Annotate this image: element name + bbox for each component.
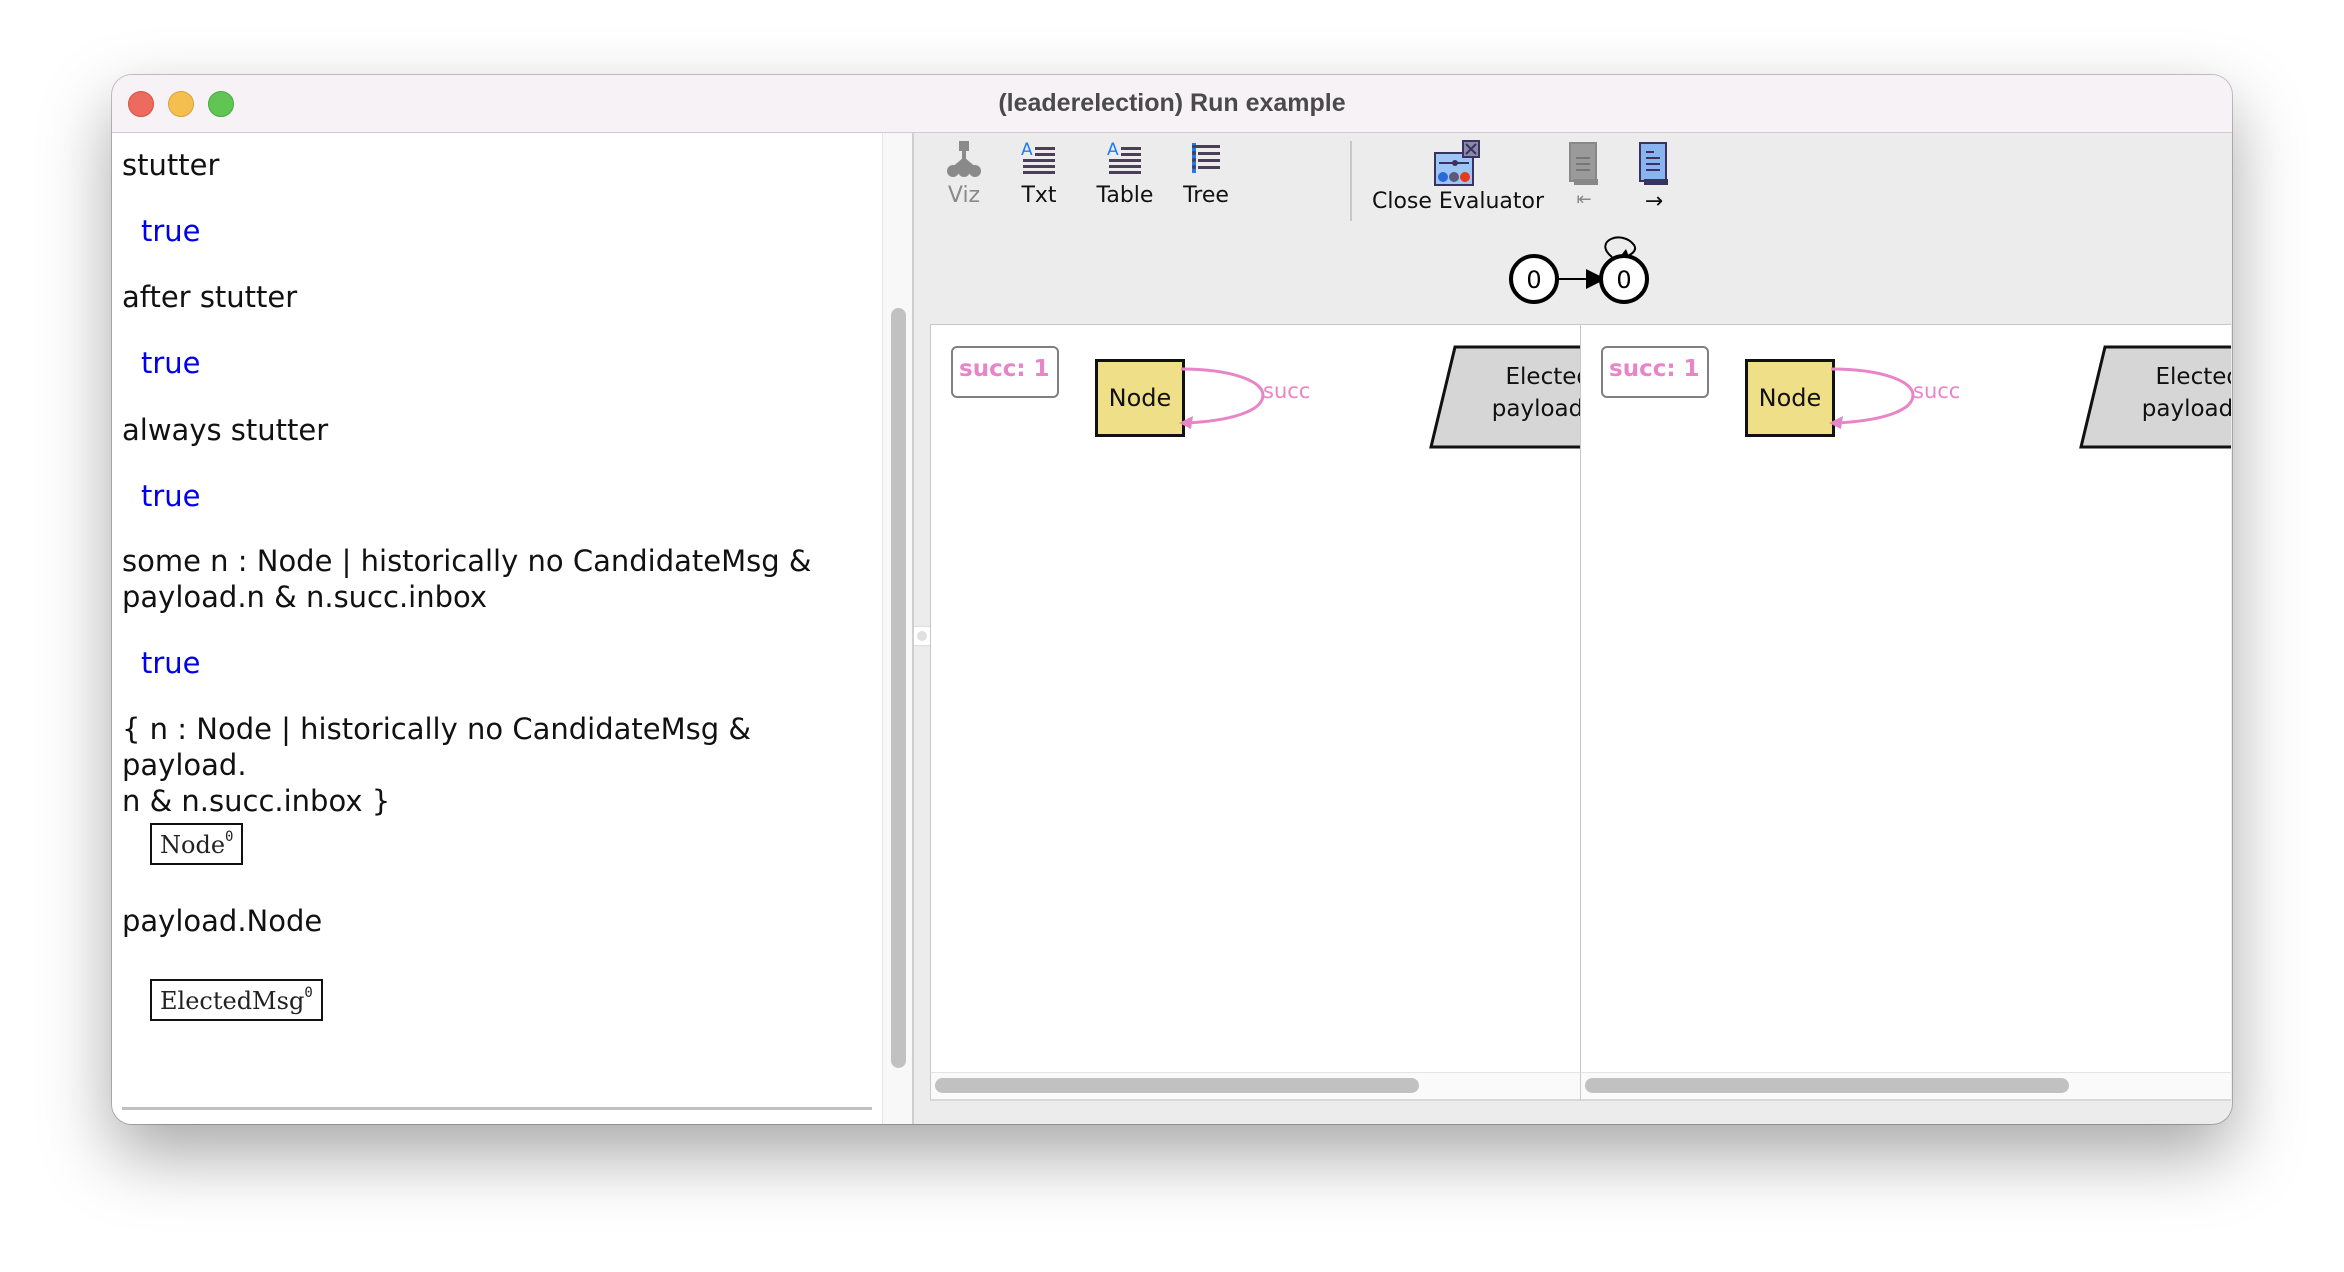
log-expression: some n : Node | historically no Candidat… [122, 544, 812, 614]
counter-box: succ: 1 [1601, 346, 1709, 398]
svg-text:A: A [1107, 140, 1119, 160]
close-evaluator-label: Close Evaluator [1372, 189, 1544, 214]
scrollbar-thumb[interactable] [1585, 1078, 2069, 1093]
atom-name: ElectedMsg [160, 987, 305, 1015]
node-label: Node [1108, 384, 1172, 412]
edge-label: succ [1913, 379, 1961, 403]
scroll-next-button[interactable]: → [1634, 139, 1674, 214]
atom-name: Node [160, 831, 226, 859]
tree-icon [1192, 143, 1220, 173]
log-result: true [141, 646, 201, 680]
scroll-next-icon [1639, 142, 1668, 185]
toolbar-separator [1350, 141, 1352, 221]
elected-msg-atom[interactable] [1429, 345, 1581, 449]
log-expression: after stutter [122, 280, 298, 314]
viz-button[interactable]: Viz [944, 139, 984, 208]
scroll-next-label: → [1644, 189, 1664, 214]
log-result: true [141, 479, 201, 513]
viz-graph-icon [947, 141, 981, 177]
elected-msg-atom[interactable] [2079, 345, 2231, 449]
state-label: 0 [1616, 266, 1631, 294]
table-icon: A [1107, 140, 1141, 174]
result-atom: ElectedMsg0 [150, 979, 323, 1021]
log-expression: payload.Node [122, 904, 323, 938]
evaluator-close-icon [1434, 140, 1480, 186]
node-label: Node [1758, 384, 1822, 412]
close-evaluator-button[interactable]: Close Evaluator [1370, 139, 1546, 214]
input-divider [122, 1107, 872, 1110]
visualization-area: succ: 1 Node succ Electedpayload: succ: … [930, 324, 2232, 1124]
state-node-current[interactable]: 0 [1599, 254, 1649, 304]
viz-panel-next[interactable]: succ: 1 Node succ Electedpayload: [1580, 324, 2231, 1073]
log-result: true [141, 346, 201, 380]
evaluator-pane: stutter true after stutter true always s… [112, 133, 882, 1124]
log-expression: stutter [122, 148, 220, 182]
scrollbar-thumb[interactable] [891, 308, 906, 1068]
splitter-handle[interactable] [914, 626, 930, 646]
counter-box: succ: 1 [951, 346, 1059, 398]
tree-button[interactable]: Tree [1174, 139, 1238, 208]
evaluator-input[interactable] [112, 1111, 882, 1124]
evaluator-vertical-scrollbar[interactable] [882, 133, 913, 1124]
txt-label: Txt [1021, 183, 1057, 208]
counter-label: succ: 1 [1609, 356, 1700, 382]
scroll-first-label: ⇤ [1576, 189, 1592, 210]
log-result: true [141, 214, 201, 248]
scroll-first-button[interactable]: ⇤ [1564, 139, 1604, 210]
result-atom: Node0 [150, 823, 244, 865]
log-expression: always stutter [122, 413, 329, 447]
table-button[interactable]: A Table [1090, 139, 1160, 208]
state-self-loop [1604, 236, 1636, 258]
viz-label: Viz [947, 183, 981, 208]
log-expression: { n : Node | historically no CandidateMs… [122, 712, 751, 818]
atom-index: 0 [304, 985, 313, 1001]
title-bar: (leaderelection) Run example [112, 75, 2232, 133]
state-label: 0 [1526, 266, 1541, 294]
state-graph: 0 0 [1509, 236, 1649, 304]
atom-index: 0 [225, 829, 234, 845]
text-icon: A [1021, 140, 1055, 174]
window-title: (leaderelection) Run example [998, 89, 1346, 117]
txt-button[interactable]: A Txt [1014, 139, 1064, 208]
state-node[interactable]: 0 [1509, 254, 1559, 304]
viz-panel-current[interactable]: succ: 1 Node succ Electedpayload: [930, 324, 1581, 1073]
counter-label: succ: 1 [959, 356, 1050, 382]
svg-text:A: A [1021, 140, 1033, 160]
app-window: (leaderelection) Run example stutter tru… [112, 75, 2232, 1124]
scroll-first-icon [1569, 142, 1598, 185]
scrollbar-thumb[interactable] [935, 1078, 1419, 1093]
viz-horizontal-scrollbar[interactable] [1580, 1072, 2231, 1101]
tree-label: Tree [1183, 183, 1229, 208]
edge-label: succ [1263, 379, 1311, 403]
table-label: Table [1096, 183, 1154, 208]
viz-horizontal-scrollbar[interactable] [930, 1072, 1581, 1101]
